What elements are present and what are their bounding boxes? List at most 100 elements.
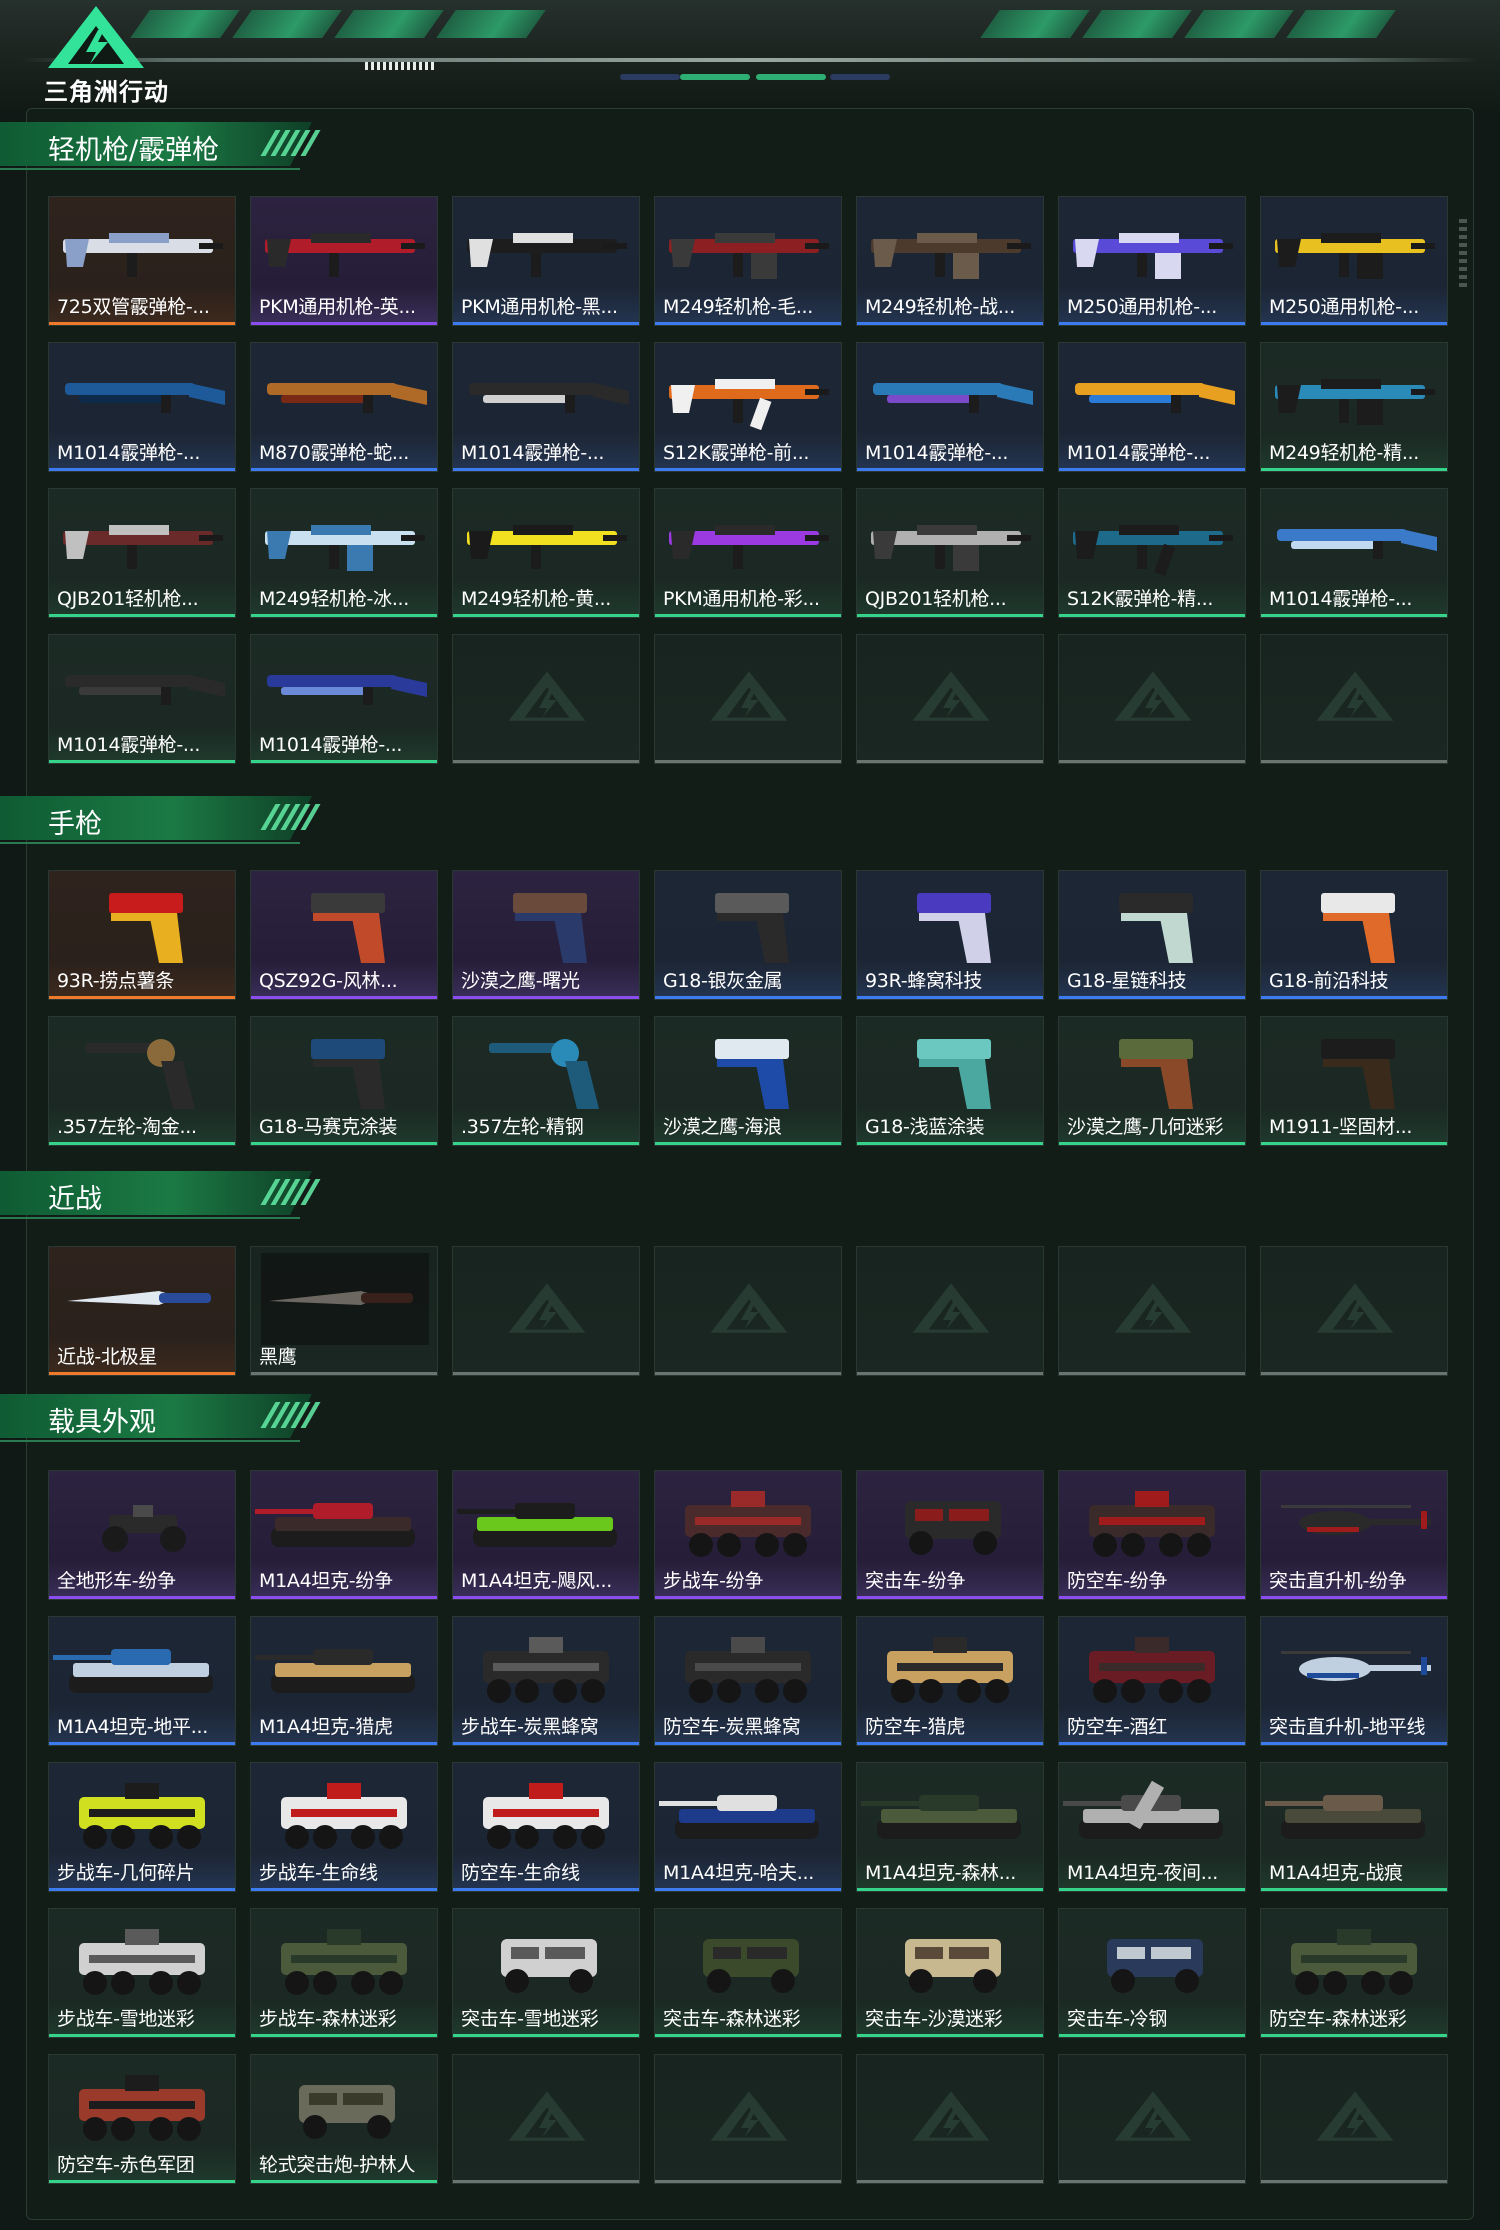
item-card[interactable]: M1A4坦克-猎虎: [250, 1616, 438, 1746]
item-card[interactable]: 突击车-沙漠迷彩: [856, 1908, 1044, 2038]
item-card[interactable]: M1014霰弹枪-...: [1260, 488, 1448, 618]
item-image: [67, 1291, 211, 1305]
item-card[interactable]: 725双管霰弹枪-...: [48, 196, 236, 326]
item-name: 黑鹰: [259, 1346, 297, 1368]
item-card[interactable]: QJB201轻机枪...: [856, 488, 1044, 618]
rarity-bar: [251, 1372, 437, 1375]
item-card[interactable]: M1A4坦克-战痕: [1260, 1762, 1448, 1892]
item-card[interactable]: 全地形车-纷争: [48, 1470, 236, 1600]
placeholder-logo-icon: [710, 671, 788, 721]
item-card[interactable]: G18-浅蓝涂装: [856, 1016, 1044, 1146]
item-name: M870霰弹枪-蛇...: [259, 442, 410, 464]
item-card[interactable]: 突击直升机-地平线: [1260, 1616, 1448, 1746]
item-card[interactable]: 防空车-森林迷彩: [1260, 1908, 1448, 2038]
item-card[interactable]: G18-马赛克涂装: [250, 1016, 438, 1146]
item-card[interactable]: 沙漠之鹰-曙光: [452, 870, 640, 1000]
item-card[interactable]: .357左轮-淘金...: [48, 1016, 236, 1146]
item-card[interactable]: 步战车-几何碎片: [48, 1762, 236, 1892]
item-card[interactable]: M1A4坦克-哈夫...: [654, 1762, 842, 1892]
item-card[interactable]: G18-前沿科技: [1260, 870, 1448, 1000]
item-card[interactable]: PKM通用机枪-彩...: [654, 488, 842, 618]
item-card[interactable]: M249轻机枪-战...: [856, 196, 1044, 326]
header-slash-decoration: [260, 1179, 321, 1205]
item-card[interactable]: M249轻机枪-黄...: [452, 488, 640, 618]
rarity-bar: [49, 614, 235, 617]
item-card[interactable]: S12K霰弹枪-精...: [1058, 488, 1246, 618]
item-card[interactable]: 93R-捞点薯条: [48, 870, 236, 1000]
rarity-bar: [655, 322, 841, 325]
item-name: QJB201轻机枪...: [865, 588, 1007, 610]
item-card[interactable]: M1014霰弹枪-...: [856, 342, 1044, 472]
item-card[interactable]: M1014霰弹枪-...: [1058, 342, 1246, 472]
item-card[interactable]: 黑鹰: [250, 1246, 438, 1376]
rarity-bar: [251, 996, 437, 999]
item-card[interactable]: M1014霰弹枪-...: [48, 342, 236, 472]
item-card[interactable]: PKM通用机枪-英...: [250, 196, 438, 326]
item-card[interactable]: M1014霰弹枪-...: [250, 634, 438, 764]
item-card[interactable]: M249轻机枪-毛...: [654, 196, 842, 326]
item-card[interactable]: G18-银灰金属: [654, 870, 842, 1000]
rarity-bar: [453, 1742, 639, 1745]
item-image: [1265, 1795, 1425, 1839]
item-image: [669, 525, 829, 569]
item-card[interactable]: 突击车-纷争: [856, 1470, 1044, 1600]
item-card[interactable]: M1911-坚固材...: [1260, 1016, 1448, 1146]
item-card[interactable]: 轮式突击炮-护林人: [250, 2054, 438, 2184]
item-card[interactable]: S12K霰弹枪-前...: [654, 342, 842, 472]
item-card[interactable]: 近战-北极星: [48, 1246, 236, 1376]
item-image: [85, 1039, 195, 1109]
section-title: 轻机枪/霰弹枪: [48, 135, 220, 166]
item-card[interactable]: 防空车-猎虎: [856, 1616, 1044, 1746]
item-card[interactable]: G18-星链科技: [1058, 870, 1246, 1000]
item-card[interactable]: 防空车-生命线: [452, 1762, 640, 1892]
item-card[interactable]: M1014霰弹枪-...: [452, 342, 640, 472]
item-card[interactable]: QJB201轻机枪...: [48, 488, 236, 618]
item-card[interactable]: 93R-蜂窝科技: [856, 870, 1044, 1000]
item-card[interactable]: 突击车-森林迷彩: [654, 1908, 842, 2038]
item-card[interactable]: 突击车-冷钢: [1058, 1908, 1246, 2038]
item-name: 沙漠之鹰-曙光: [461, 970, 580, 992]
item-card[interactable]: 步战车-雪地迷彩: [48, 1908, 236, 2038]
item-name: 沙漠之鹰-海浪: [663, 1116, 782, 1138]
item-card[interactable]: 沙漠之鹰-海浪: [654, 1016, 842, 1146]
item-card[interactable]: M870霰弹枪-蛇...: [250, 342, 438, 472]
item-card[interactable]: 步战车-纷争: [654, 1470, 842, 1600]
item-name: M1014霰弹枪-...: [865, 442, 1009, 464]
item-card[interactable]: 突击直升机-纷争: [1260, 1470, 1448, 1600]
item-card[interactable]: M250通用机枪-...: [1058, 196, 1246, 326]
item-card[interactable]: QSZ92G-风林...: [250, 870, 438, 1000]
item-card[interactable]: PKM通用机枪-黑...: [452, 196, 640, 326]
item-name: .357左轮-淘金...: [57, 1116, 197, 1138]
item-name: M1014霰弹枪-...: [1067, 442, 1211, 464]
scrollbar[interactable]: [1459, 219, 1467, 287]
header-slash-decoration: [260, 1402, 321, 1428]
item-card[interactable]: M1A4坦克-森林...: [856, 1762, 1044, 1892]
item-card[interactable]: 步战车-炭黑蜂窝: [452, 1616, 640, 1746]
rarity-bar: [1059, 2034, 1245, 2037]
item-card[interactable]: M250通用机枪-...: [1260, 196, 1448, 326]
item-card[interactable]: M1A4坦克-地平...: [48, 1616, 236, 1746]
item-card[interactable]: M1014霰弹枪-...: [48, 634, 236, 764]
item-name: 防空车-纷争: [1067, 1570, 1168, 1592]
item-card[interactable]: M1A4坦克-夜间...: [1058, 1762, 1246, 1892]
item-card[interactable]: 防空车-纷争: [1058, 1470, 1246, 1600]
item-card[interactable]: .357左轮-精钢: [452, 1016, 640, 1146]
item-card[interactable]: 突击车-雪地迷彩: [452, 1908, 640, 2038]
empty-slot: [1058, 634, 1246, 764]
item-card[interactable]: 防空车-酒红: [1058, 1616, 1246, 1746]
item-card[interactable]: M249轻机枪-冰...: [250, 488, 438, 618]
item-card[interactable]: M1A4坦克-纷争: [250, 1470, 438, 1600]
item-card[interactable]: M249轻机枪-精...: [1260, 342, 1448, 472]
item-card[interactable]: 步战车-森林迷彩: [250, 1908, 438, 2038]
item-card[interactable]: 防空车-炭黑蜂窝: [654, 1616, 842, 1746]
rarity-bar: [655, 760, 841, 763]
rarity-bar: [453, 2180, 639, 2183]
item-card[interactable]: M1A4坦克-飓风...: [452, 1470, 640, 1600]
item-image: [871, 233, 1031, 279]
rarity-bar: [1261, 614, 1447, 617]
placeholder-logo-icon: [1316, 2091, 1394, 2141]
item-card[interactable]: 沙漠之鹰-几何迷彩: [1058, 1016, 1246, 1146]
item-card[interactable]: 步战车-生命线: [250, 1762, 438, 1892]
item-card[interactable]: 防空车-赤色军团: [48, 2054, 236, 2184]
item-image: [1073, 525, 1233, 577]
